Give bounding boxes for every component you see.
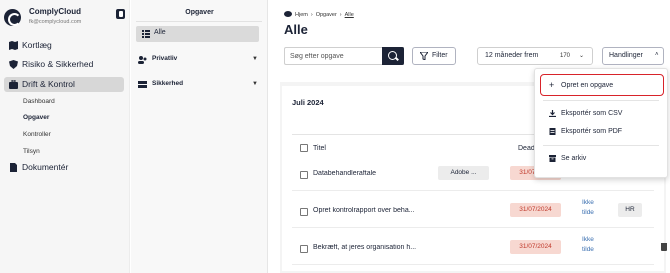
sidebar-item-risiko[interactable]: Risiko & Sikkerhed — [4, 57, 124, 72]
breadcrumb-separator: › — [339, 12, 342, 18]
task-count: 170 — [560, 53, 571, 59]
briefcase-icon — [9, 80, 18, 89]
app-window: ComplyCloud fk@complycloud.com Kortlæg R… — [0, 0, 670, 273]
sidebar-item-label: Kortlæg — [22, 40, 52, 50]
actions-dropdown-menu: + Opret en opgave Eksportér som CSV Eksp… — [534, 68, 668, 178]
category-all[interactable]: Alle — [136, 26, 259, 42]
collapse-sidebar-icon[interactable] — [116, 9, 125, 19]
chevron-up-icon: ˄ — [655, 52, 659, 58]
search-button[interactable] — [382, 47, 404, 65]
actions-label: Handlinger — [609, 52, 643, 59]
sidebar-subitem-dashboard[interactable]: Dashboard — [23, 98, 55, 105]
shield-icon — [9, 60, 18, 69]
sidebar-item-dokumenter[interactable]: Dokumentér — [4, 160, 124, 175]
menu-item-label: Opret en opgave — [561, 82, 614, 89]
task-tag: HR — [618, 203, 642, 217]
select-all-checkbox[interactable] — [300, 144, 308, 152]
task-title[interactable]: Bekræft, at jeres organisation h... — [313, 244, 463, 251]
document-icon — [10, 163, 17, 172]
task-status: Ikke tilde — [582, 236, 594, 253]
divider — [136, 21, 262, 22]
download-icon — [549, 110, 556, 117]
map-icon — [9, 41, 18, 50]
breadcrumb-current[interactable]: Alle — [345, 12, 354, 18]
chevron-down-icon: ▼ — [252, 81, 258, 87]
search-input[interactable] — [290, 51, 394, 62]
task-categories-panel: Opgaver Alle Privatliv ▼ Sikkerhed ▼ — [131, 0, 268, 273]
category-group-privatliv[interactable]: Privatliv ▼ — [138, 54, 262, 66]
row-checkbox[interactable] — [300, 208, 308, 216]
sidebar-item-kortlaeg[interactable]: Kortlæg — [4, 38, 124, 53]
divider — [543, 145, 659, 146]
filter-label: Filter — [432, 52, 448, 59]
sidebar-subitem-tilsyn[interactable]: Tilsyn — [23, 148, 40, 155]
category-group-label: Sikkerhed — [152, 80, 184, 87]
user-email: fk@complycloud.com — [29, 19, 82, 25]
pdf-icon — [549, 128, 556, 135]
filter-icon — [420, 52, 428, 60]
chevron-down-icon: ⌄ — [579, 53, 585, 59]
menu-item-label: Eksportér som PDF — [561, 128, 623, 135]
menu-item-export-pdf[interactable]: Eksportér som PDF — [541, 123, 663, 141]
menu-item-see-archive[interactable]: Se arkiv — [541, 150, 663, 168]
month-heading: Juli 2024 — [292, 98, 324, 107]
home-icon[interactable] — [284, 11, 292, 17]
task-tag: Adobe ... — [438, 166, 489, 180]
sidebar-item-label: Dokumentér — [22, 162, 69, 172]
panel-title: Opgaver — [185, 9, 214, 16]
sidebar-item-label: Risiko & Sikkerhed — [22, 59, 94, 69]
sidebar: ComplyCloud fk@complycloud.com Kortlæg R… — [0, 0, 130, 273]
menu-item-create-task[interactable]: + Opret en opgave — [540, 74, 664, 96]
task-title[interactable]: Opret kontrolrapport over beha... — [313, 207, 463, 214]
task-deadline: 31/07/2024 — [510, 203, 561, 217]
breadcrumb: Hjem › Opgaver › Alle — [284, 11, 357, 18]
menu-item-label: Se arkiv — [561, 155, 587, 162]
category-group-label: Privatliv — [152, 55, 178, 62]
column-header-title[interactable]: Titel — [313, 145, 326, 152]
table-row[interactable]: Bekræft, at jeres organisation h... 31/0… — [292, 236, 667, 265]
page-title: Alle — [284, 22, 308, 37]
divider — [543, 100, 659, 101]
sidebar-subitem-kontroller[interactable]: Kontroller — [23, 131, 51, 138]
breadcrumb-home[interactable]: Hjem — [295, 12, 308, 18]
category-group-sikkerhed[interactable]: Sikkerhed ▼ — [138, 79, 262, 91]
row-checkbox[interactable] — [300, 171, 308, 179]
time-range-label: 12 måneder frem — [485, 52, 539, 59]
plus-icon: + — [549, 80, 555, 90]
row-checkbox[interactable] — [300, 245, 308, 253]
menu-item-label: Eksportér som CSV — [561, 110, 623, 117]
chevron-down-icon: ▼ — [252, 56, 258, 62]
list-icon — [142, 30, 150, 38]
sidebar-item-label: Drift & Kontrol — [22, 79, 75, 89]
actions-button[interactable]: Handlinger ˄ — [602, 47, 664, 65]
server-icon — [138, 81, 147, 88]
breadcrumb-section[interactable]: Opgaver — [316, 12, 337, 18]
table-row[interactable]: Opret kontrolrapport over beha... 31/07/… — [292, 199, 654, 228]
trash-icon[interactable] — [661, 243, 667, 251]
sidebar-subitem-opgaver[interactable]: Opgaver — [23, 114, 49, 121]
archive-icon — [549, 155, 556, 162]
filter-button[interactable]: Filter — [412, 47, 456, 65]
task-status: Ikke tilde — [582, 199, 594, 216]
task-deadline: 31/07/2024 — [510, 240, 561, 254]
complycloud-logo-icon — [4, 9, 21, 26]
time-range-select[interactable]: 12 måneder frem 170 ⌄ — [477, 47, 593, 65]
category-all-label: Alle — [154, 29, 166, 36]
brand-block[interactable]: ComplyCloud fk@complycloud.com — [4, 6, 128, 28]
brand-name: ComplyCloud — [29, 7, 81, 16]
breadcrumb-separator: › — [310, 12, 313, 18]
sidebar-item-drift[interactable]: Drift & Kontrol — [4, 77, 124, 92]
users-icon — [138, 56, 147, 64]
menu-item-export-csv[interactable]: Eksportér som CSV — [541, 105, 663, 123]
